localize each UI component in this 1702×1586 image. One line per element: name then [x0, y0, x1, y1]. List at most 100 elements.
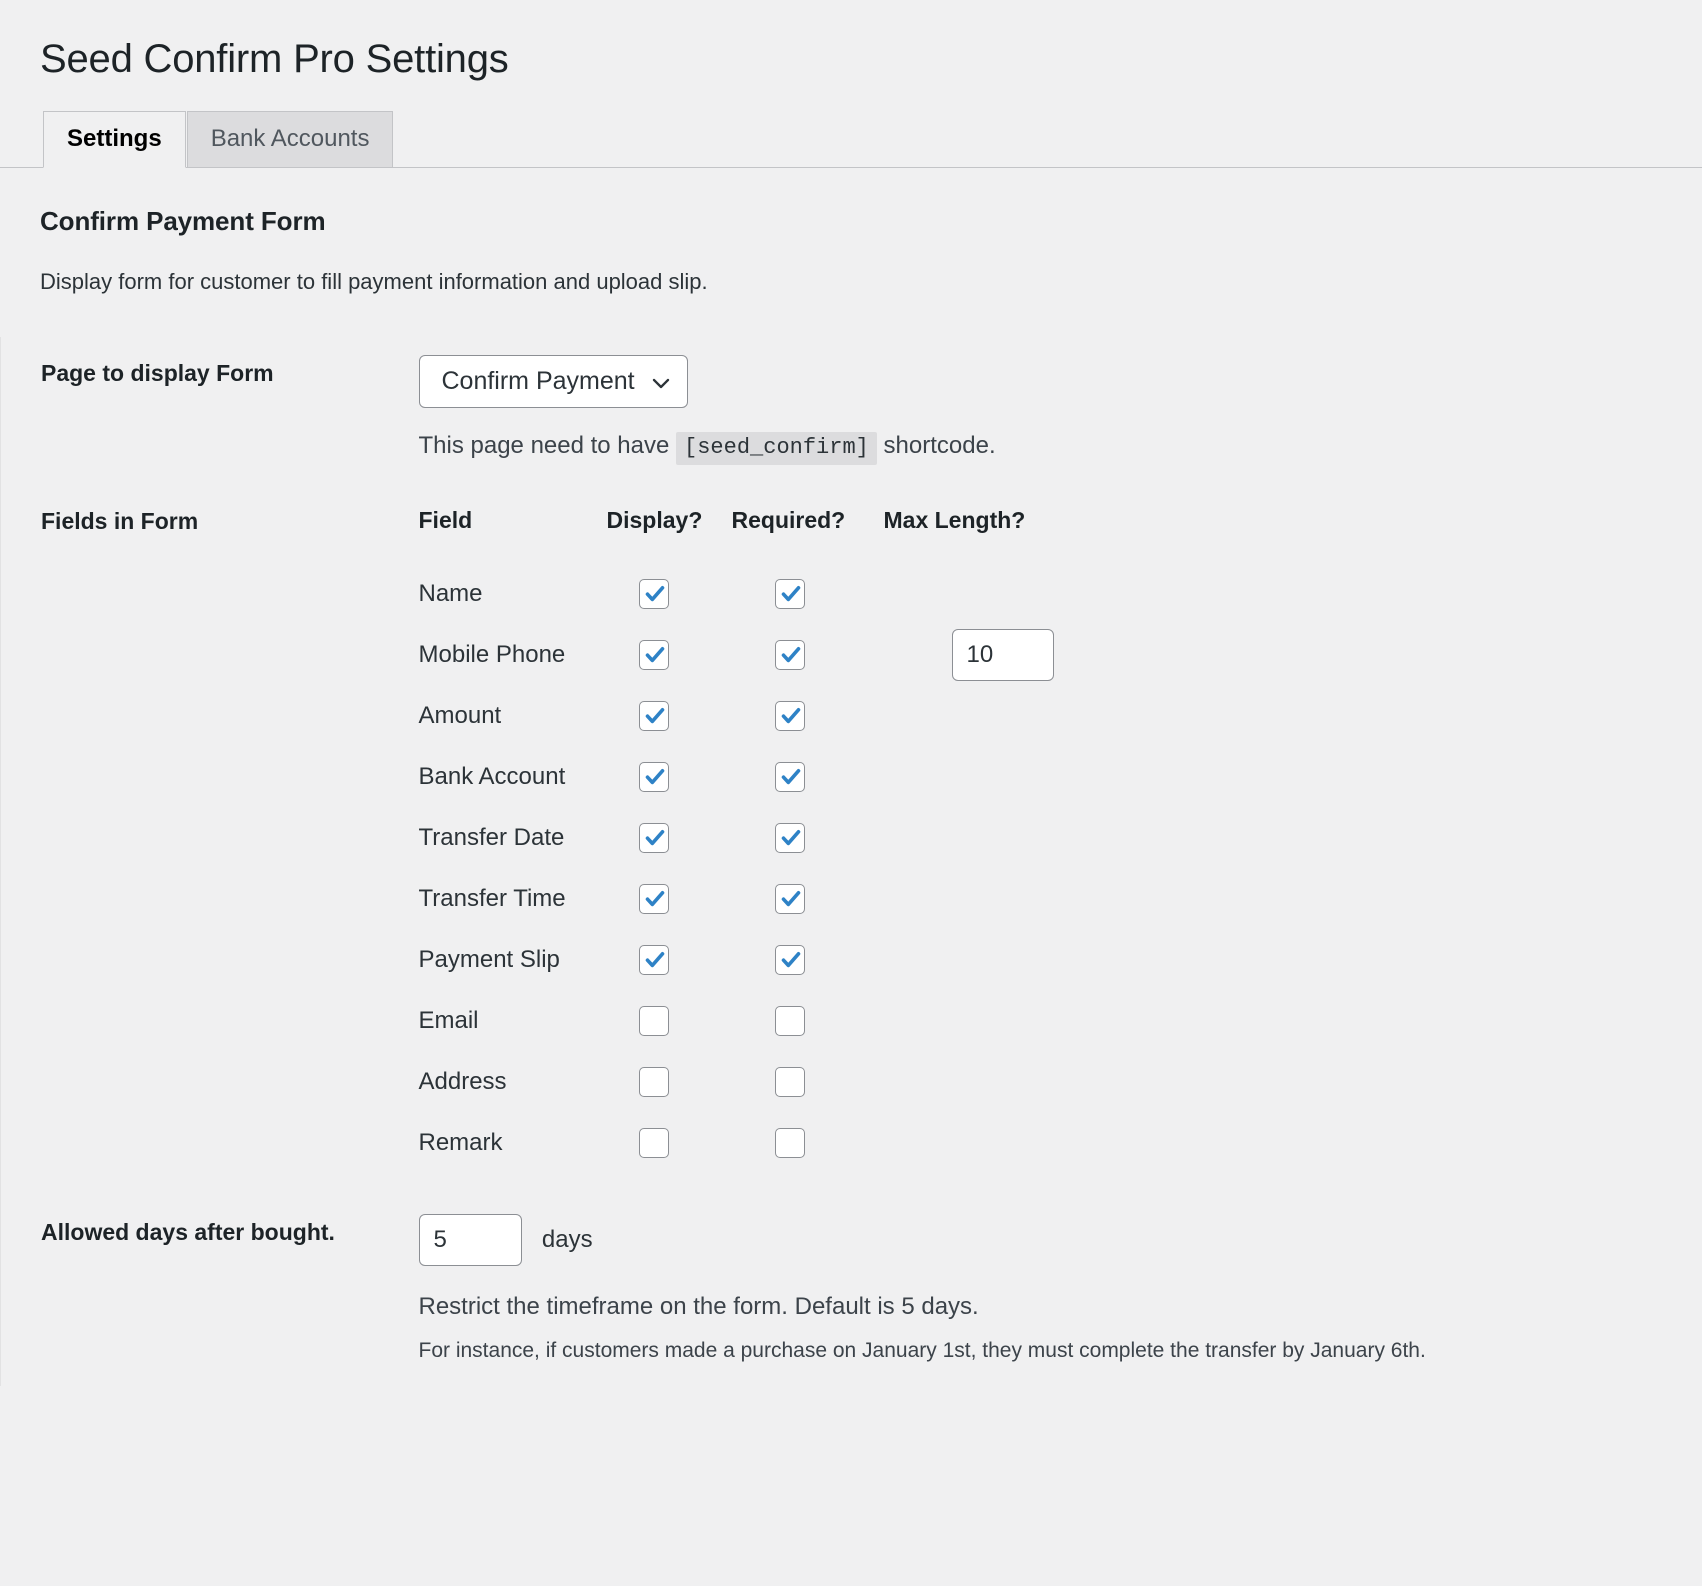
- col-header-field: Field: [419, 507, 607, 564]
- field-required-cell: [732, 747, 884, 808]
- field-display-cell: [607, 747, 732, 808]
- section-heading: Confirm Payment Form: [0, 168, 1702, 237]
- required-checkbox[interactable]: [775, 1067, 805, 1097]
- field-max-length-cell: [884, 686, 1084, 747]
- label-allowed-days: Allowed days after bought.: [1, 1196, 411, 1386]
- display-checkbox[interactable]: [639, 640, 669, 670]
- cell-page-to-display: Confirm Payment This page need to have […: [411, 337, 1660, 485]
- display-checkbox[interactable]: [639, 1128, 669, 1158]
- field-required-cell: [732, 869, 884, 930]
- field-display-cell: [607, 686, 732, 747]
- allowed-days-description-1: Restrict the timeframe on the form. Defa…: [419, 1292, 1650, 1322]
- field-row: Transfer Date: [419, 808, 1084, 869]
- tab-settings[interactable]: Settings: [43, 111, 186, 168]
- field-label: Remark: [419, 1113, 607, 1174]
- settings-page: Seed Confirm Pro Settings SettingsBank A…: [0, 0, 1702, 1586]
- col-header-required: Required?: [732, 507, 884, 564]
- field-required-cell: [732, 625, 884, 686]
- chevron-down-icon: [651, 374, 669, 392]
- page-title: Seed Confirm Pro Settings: [0, 0, 1702, 85]
- field-max-length-cell: [884, 747, 1084, 808]
- row-fields-in-form: Fields in Form Field Display? Required? …: [1, 485, 1660, 1196]
- tab-bank-accounts[interactable]: Bank Accounts: [187, 111, 394, 167]
- fields-table: Field Display? Required? Max Length? Nam…: [419, 507, 1084, 1174]
- shortcode-hint-after: shortcode.: [884, 432, 996, 459]
- field-row: Email: [419, 991, 1084, 1052]
- section-description: Display form for customer to fill paymen…: [0, 237, 1702, 295]
- field-display-cell: [607, 1052, 732, 1113]
- display-checkbox[interactable]: [639, 762, 669, 792]
- field-display-cell: [607, 625, 732, 686]
- required-checkbox[interactable]: [775, 579, 805, 609]
- field-required-cell: [732, 991, 884, 1052]
- field-row: Amount: [419, 686, 1084, 747]
- cell-allowed-days: days Restrict the timeframe on the form.…: [411, 1196, 1660, 1386]
- field-row: Bank Account: [419, 747, 1084, 808]
- field-display-cell: [607, 564, 732, 625]
- field-label: Transfer Time: [419, 869, 607, 930]
- field-max-length-cell: [884, 869, 1084, 930]
- field-max-length-cell: [884, 991, 1084, 1052]
- max-length-input[interactable]: [952, 629, 1054, 681]
- shortcode-code: [seed_confirm]: [676, 432, 877, 465]
- col-header-display: Display?: [607, 507, 732, 564]
- required-checkbox[interactable]: [775, 701, 805, 731]
- display-checkbox[interactable]: [639, 579, 669, 609]
- field-row: Address: [419, 1052, 1084, 1113]
- shortcode-hint-before: This page need to have: [419, 432, 670, 459]
- field-row: Mobile Phone: [419, 625, 1084, 686]
- field-label: Transfer Date: [419, 808, 607, 869]
- shortcode-hint: This page need to have [seed_confirm] sh…: [419, 430, 1650, 463]
- field-label: Payment Slip: [419, 930, 607, 991]
- required-checkbox[interactable]: [775, 884, 805, 914]
- fields-table-header-row: Field Display? Required? Max Length?: [419, 507, 1084, 564]
- field-display-cell: [607, 1113, 732, 1174]
- display-checkbox[interactable]: [639, 1067, 669, 1097]
- field-display-cell: [607, 991, 732, 1052]
- display-checkbox[interactable]: [639, 945, 669, 975]
- display-checkbox[interactable]: [639, 1006, 669, 1036]
- field-max-length-cell: [884, 1052, 1084, 1113]
- field-max-length-cell: [884, 625, 1084, 686]
- required-checkbox[interactable]: [775, 762, 805, 792]
- field-label: Address: [419, 1052, 607, 1113]
- field-display-cell: [607, 869, 732, 930]
- field-max-length-cell: [884, 930, 1084, 991]
- settings-form-table: Page to display Form Confirm Payment Thi…: [0, 337, 1660, 1386]
- field-required-cell: [732, 564, 884, 625]
- required-checkbox[interactable]: [775, 1006, 805, 1036]
- page-select-value: Confirm Payment: [442, 366, 635, 396]
- field-label: Mobile Phone: [419, 625, 607, 686]
- field-label: Amount: [419, 686, 607, 747]
- allowed-days-input[interactable]: [419, 1214, 522, 1266]
- field-required-cell: [732, 1052, 884, 1113]
- required-checkbox[interactable]: [775, 823, 805, 853]
- field-label: Bank Account: [419, 747, 607, 808]
- required-checkbox[interactable]: [775, 945, 805, 975]
- required-checkbox[interactable]: [775, 640, 805, 670]
- field-required-cell: [732, 1113, 884, 1174]
- field-required-cell: [732, 686, 884, 747]
- allowed-days-suffix: days: [542, 1226, 593, 1253]
- field-label: Name: [419, 564, 607, 625]
- page-select[interactable]: Confirm Payment: [419, 355, 688, 408]
- field-max-length-cell: [884, 808, 1084, 869]
- field-display-cell: [607, 808, 732, 869]
- field-row: Remark: [419, 1113, 1084, 1174]
- field-row: Payment Slip: [419, 930, 1084, 991]
- row-allowed-days: Allowed days after bought. days Restrict…: [1, 1196, 1660, 1386]
- display-checkbox[interactable]: [639, 701, 669, 731]
- field-required-cell: [732, 808, 884, 869]
- row-page-to-display: Page to display Form Confirm Payment Thi…: [1, 337, 1660, 485]
- field-max-length-cell: [884, 564, 1084, 625]
- display-checkbox[interactable]: [639, 884, 669, 914]
- col-header-max-length: Max Length?: [884, 507, 1084, 564]
- required-checkbox[interactable]: [775, 1128, 805, 1158]
- tab-bar: SettingsBank Accounts: [0, 111, 1702, 168]
- field-row: Transfer Time: [419, 869, 1084, 930]
- field-label: Email: [419, 991, 607, 1052]
- field-row: Name: [419, 564, 1084, 625]
- field-display-cell: [607, 930, 732, 991]
- display-checkbox[interactable]: [639, 823, 669, 853]
- cell-fields-in-form: Field Display? Required? Max Length? Nam…: [411, 485, 1660, 1196]
